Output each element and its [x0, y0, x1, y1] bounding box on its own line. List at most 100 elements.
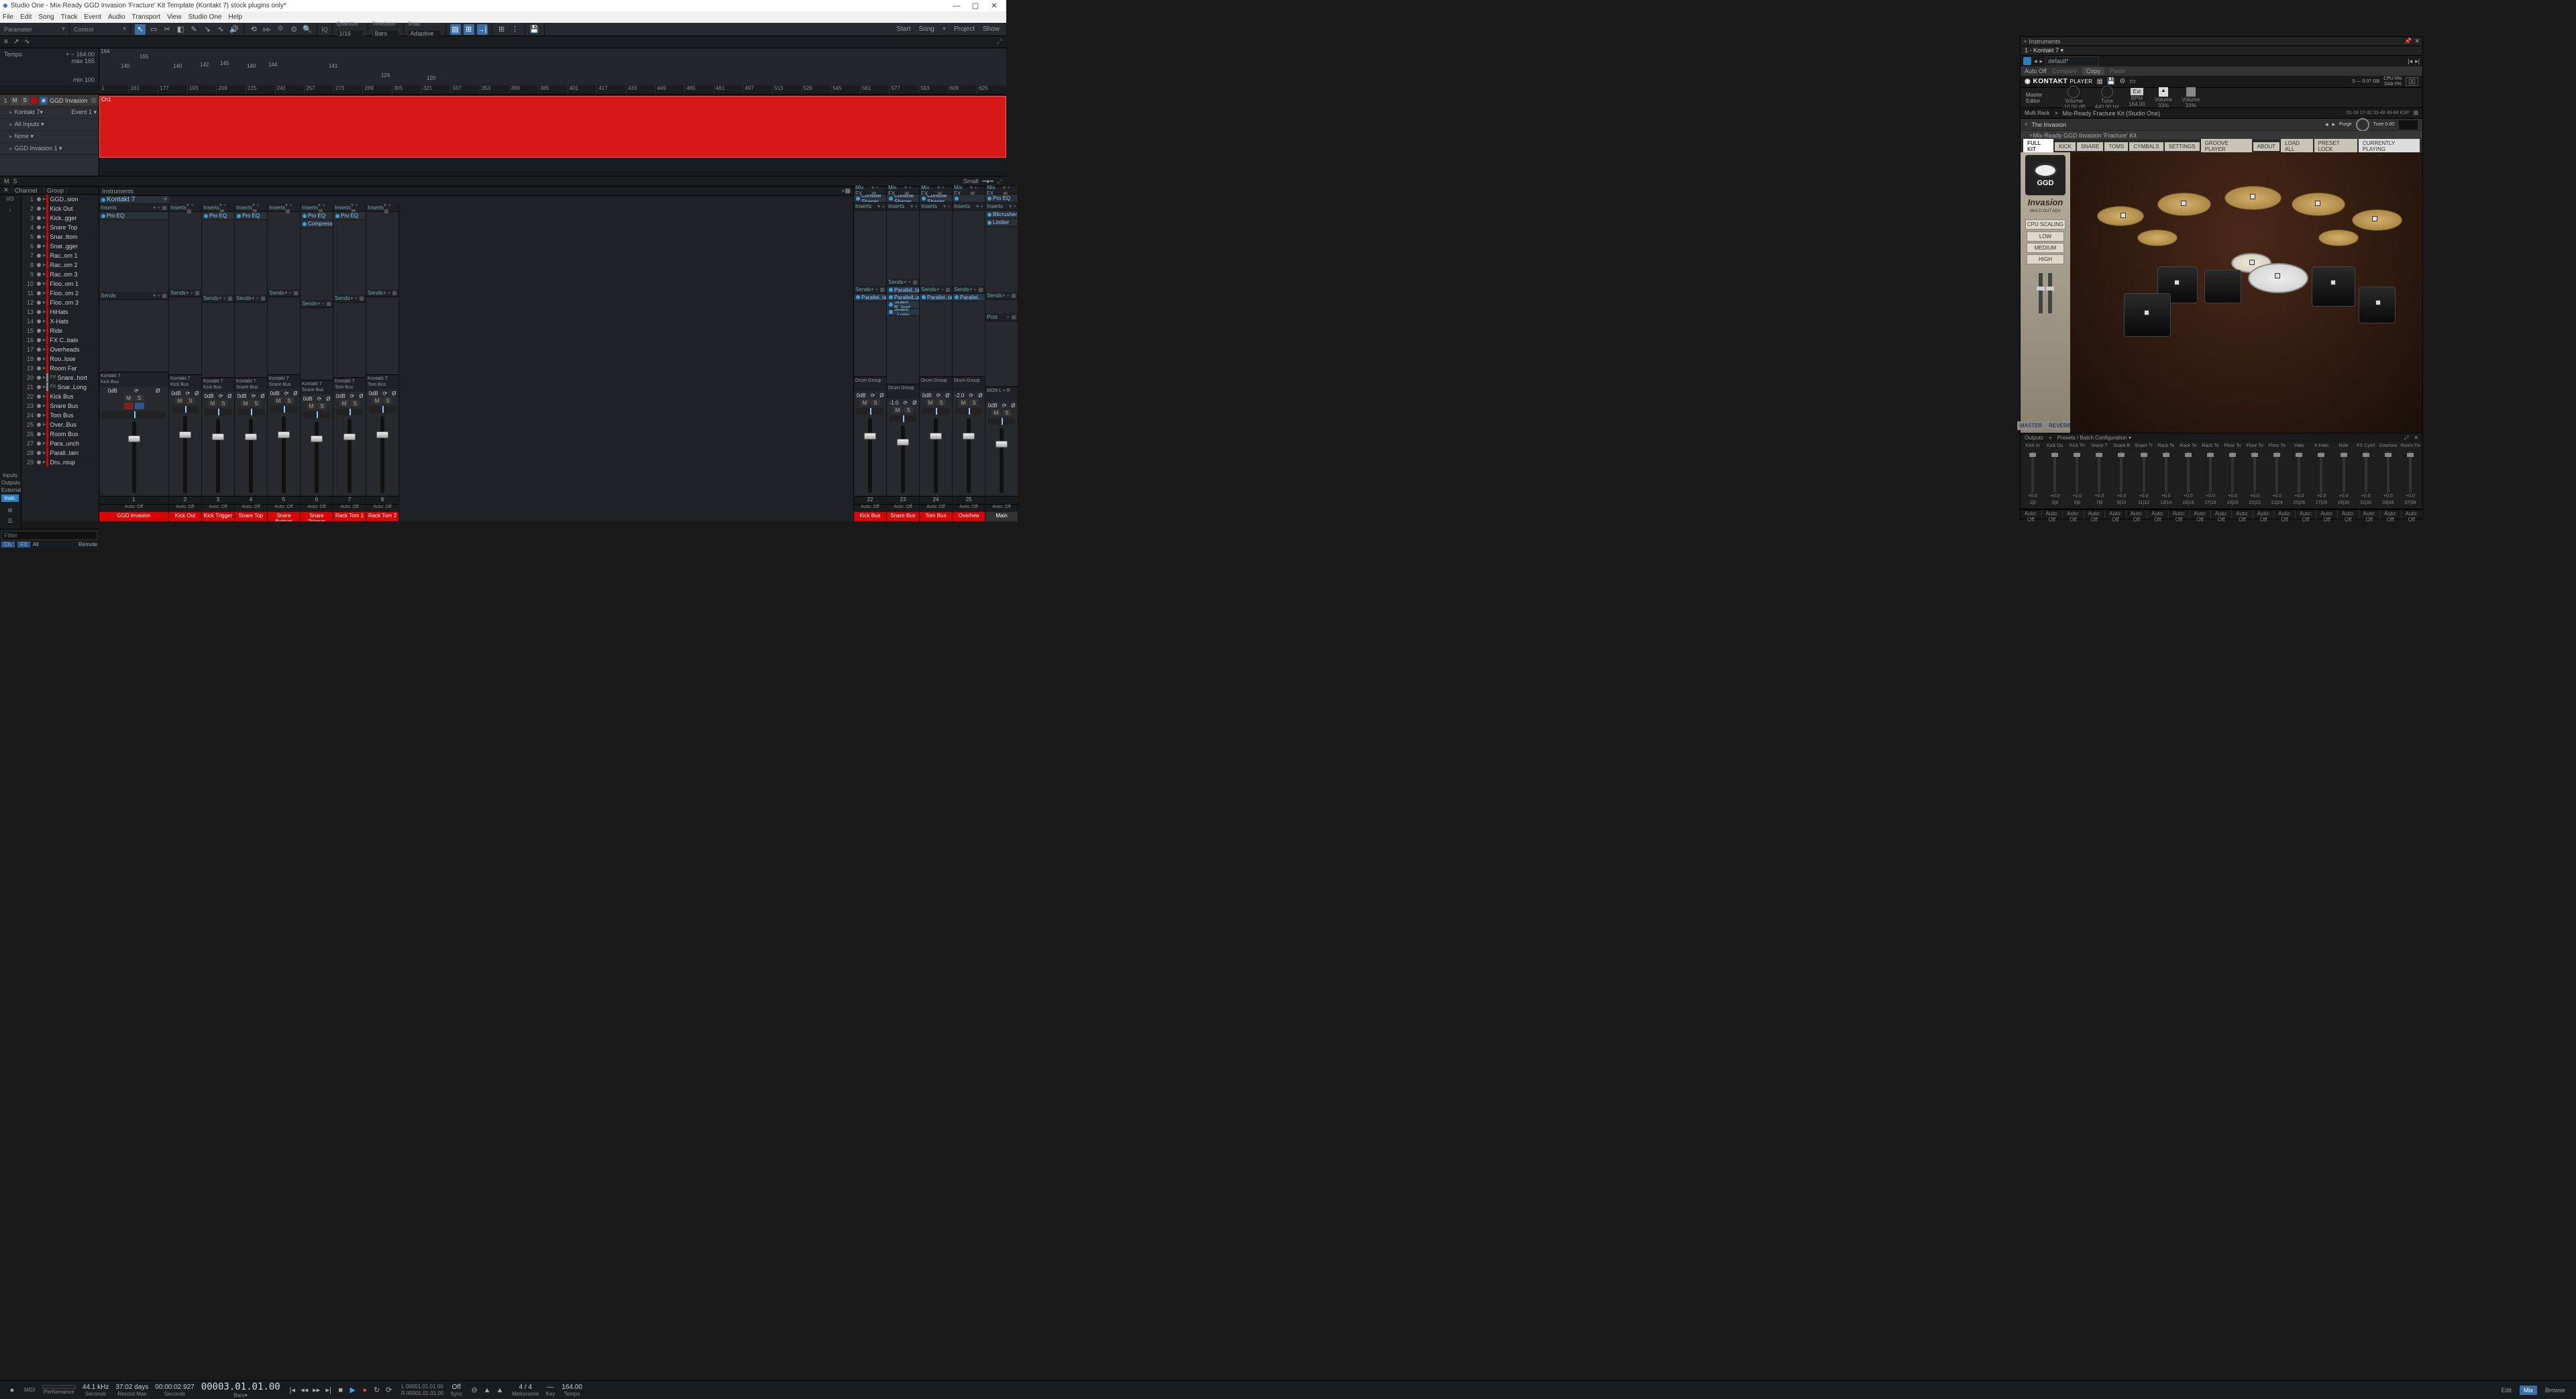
rec-arm[interactable] [124, 403, 133, 409]
solo-button[interactable]: S [383, 397, 392, 404]
channel-label[interactable]: Snare Top [235, 512, 267, 521]
disk-icon[interactable]: 💾 [2107, 78, 2115, 85]
list-item[interactable]: 24▸Tom Bus [21, 411, 99, 420]
solo-button[interactable]: S [135, 395, 144, 401]
eraser-tool-icon[interactable]: ◧ [175, 24, 186, 35]
info-icon[interactable]: ▭ [2129, 78, 2135, 85]
mute-button[interactable]: M [959, 399, 968, 406]
output-channel[interactable]: Snare B+0.09|10 [2110, 444, 2132, 507]
arrow-down-icon[interactable]: ↓ [1, 207, 19, 216]
solo-button[interactable]: S [252, 400, 261, 407]
solo-button[interactable]: S [317, 403, 327, 409]
midi-clip[interactable]: Ch1 [99, 96, 1006, 158]
preset-dropdown[interactable]: default* [2045, 56, 2099, 66]
autoscroll-icon[interactable]: ▤ [450, 24, 461, 35]
list-item[interactable]: 5▸Snar..ttom [21, 232, 99, 242]
mute-tool-icon[interactable]: ↘ [202, 24, 213, 35]
output-channel[interactable]: Snare Tr+0.011|12 [2133, 444, 2155, 507]
preroll-icon[interactable]: ⊖ [469, 1385, 480, 1396]
tab-groove-player[interactable]: GROOVE PLAYER [2201, 139, 2252, 154]
channel-io[interactable]: Drum Group [887, 384, 919, 399]
tool-d-icon[interactable]: ⊙ [288, 24, 299, 35]
list-item[interactable]: 12▸Floo..om 3 [21, 298, 99, 307]
phase-icon[interactable]: Ø [156, 388, 160, 394]
close-icon[interactable]: ✕ [2414, 38, 2420, 45]
channel-label[interactable]: GGD Invasion [99, 512, 168, 521]
channel-io[interactable]: Kontakt 7Snare Bus [235, 377, 267, 392]
next-preset-icon[interactable]: ▸ [2040, 58, 2043, 65]
solo-button[interactable]: S [21, 97, 29, 105]
tempo-minus[interactable]: − [71, 51, 74, 58]
tab-snare[interactable]: SNARE [2077, 142, 2104, 151]
save-icon[interactable]: 💾 [529, 24, 540, 35]
rewind-start-icon[interactable]: |◂ [287, 1385, 298, 1396]
track-menu-icon[interactable]: ▦ [91, 97, 97, 104]
io-tab[interactable]: I/O [1, 196, 19, 205]
group-header[interactable]: Group [44, 187, 67, 194]
list-icon[interactable]: ☰ [1, 518, 19, 527]
tempo-plus[interactable]: + [66, 51, 69, 58]
mix-view-button[interactable]: Mix [2520, 1386, 2537, 1395]
tab-preset-lock[interactable]: PRESET LOCK [2314, 139, 2357, 154]
inst-next-icon[interactable]: ▸ [2332, 121, 2336, 128]
tab-toms[interactable]: TOMS [2104, 142, 2128, 151]
list-item[interactable]: 13▸HiHats [21, 307, 99, 317]
list-item[interactable]: 2▸Kick Out [21, 204, 99, 213]
channel-io[interactable]: Drum Group [854, 376, 886, 391]
output-channel[interactable]: Rack To+0.015|16 [2178, 444, 2199, 507]
pan-control[interactable] [102, 411, 166, 418]
outputs-section[interactable]: Outputs [1, 480, 19, 486]
channel-io[interactable]: Kontakt 7Snare Bus [301, 380, 333, 395]
channel-io[interactable]: Kontakt 7Tom Bus [333, 377, 366, 392]
master-button[interactable]: MASTER [2017, 421, 2045, 430]
phase-icon[interactable]: Ø [912, 400, 916, 406]
menu-song[interactable]: Song [38, 13, 54, 21]
tool-a-icon[interactable]: ⟲ [248, 24, 259, 35]
tab-kick[interactable]: KICK [2055, 142, 2076, 151]
phase-icon[interactable]: Ø [326, 396, 330, 402]
list-item[interactable]: 8▸Rac..om 2 [21, 260, 99, 270]
pan-control[interactable] [303, 411, 330, 418]
channel-io[interactable]: Drum Group [920, 376, 952, 391]
insert-slot[interactable]: Limiter [985, 219, 1018, 227]
list-item[interactable]: 1▸GGD..sion [21, 195, 99, 204]
output-channel[interactable]: Snare T+0.07|8 [2088, 444, 2110, 507]
insert-slot[interactable]: Compressor [301, 220, 333, 228]
auto-off[interactable]: Auto Off [2025, 68, 2047, 74]
ripple-icon[interactable]: →| [477, 24, 488, 35]
monitor[interactable] [135, 403, 144, 409]
forward-end-icon[interactable]: ▸| [323, 1385, 334, 1396]
list-item[interactable]: 19▸Room Far [21, 364, 99, 373]
tool-c-icon[interactable]: ⟐ [275, 24, 286, 35]
cpu-low-button[interactable]: LOW [2027, 231, 2064, 242]
grid-b-icon[interactable]: ⋮ [510, 24, 521, 35]
instr-section[interactable]: Instr. [1, 495, 19, 502]
pan-control[interactable] [205, 409, 231, 415]
list-item[interactable]: 11▸Floo..om 2 [21, 289, 99, 298]
mute-button[interactable]: M [860, 399, 869, 406]
solo-button[interactable]: S [871, 399, 880, 406]
polarity-icon[interactable]: ⟳ [383, 391, 388, 397]
menu-edit[interactable]: Edit [20, 13, 32, 21]
solo-button[interactable]: S [350, 400, 360, 407]
remote-label[interactable]: Remote [78, 541, 97, 548]
iq-label[interactable]: IQ [321, 26, 328, 33]
phase-icon[interactable]: Ø [879, 393, 883, 399]
phase-icon[interactable]: Ø [978, 393, 982, 399]
maximize-button[interactable]: ▢ [966, 1, 985, 10]
pan-control[interactable] [988, 418, 1015, 425]
mute-button[interactable]: M [893, 407, 902, 413]
channel-label[interactable]: Tom Bus [920, 512, 952, 521]
inst-prev-icon[interactable]: ◂ [2325, 121, 2328, 128]
cpu-medium-button[interactable]: MEDIUM [2027, 243, 2064, 253]
list-item[interactable]: 4▸Snare Top [21, 223, 99, 232]
nav-project[interactable]: Project [954, 25, 975, 33]
drum-kit-view[interactable] [2070, 152, 2422, 433]
mute-button[interactable]: M [124, 395, 133, 401]
close-console-icon[interactable]: ✕ [0, 187, 12, 194]
forward-icon[interactable]: ▸▸ [311, 1385, 322, 1396]
output-dropdown[interactable]: None ▾ [15, 133, 34, 140]
close-button[interactable]: ✕ [985, 1, 1004, 10]
send-slot[interactable]: Snare ..Long [887, 309, 919, 316]
expand-icon[interactable]: ⤢ [997, 38, 1002, 46]
